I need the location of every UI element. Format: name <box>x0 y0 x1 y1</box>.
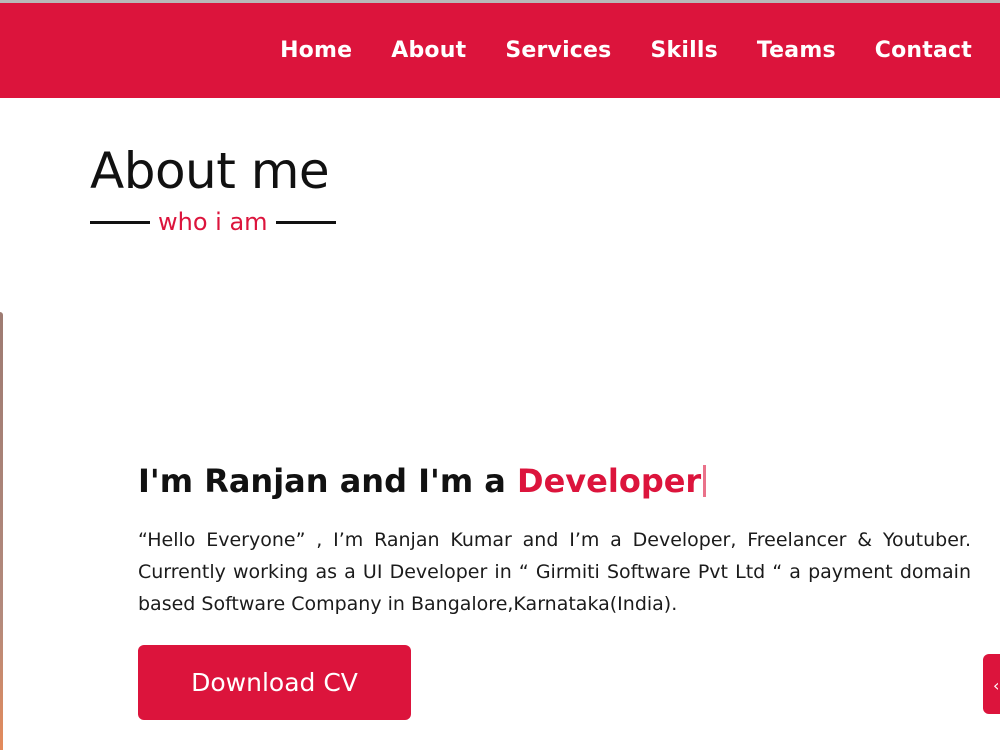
intro-heading: I'm Ranjan and I'm a Developer <box>138 462 707 500</box>
intro-heading-prefix: I'm Ranjan and I'm a <box>138 462 518 500</box>
nav-link-home[interactable]: Home <box>280 38 352 63</box>
section-subtitle: who i am <box>90 208 336 236</box>
nav-menu: Home About Services Skills Teams Contact <box>241 3 972 98</box>
nav-link-about[interactable]: About <box>391 38 466 63</box>
nav-link-skills[interactable]: Skills <box>650 38 717 63</box>
typed-cursor <box>703 465 707 497</box>
subtitle-text: who i am <box>158 208 268 236</box>
profile-image-edge <box>0 312 3 750</box>
download-cv-button[interactable]: Download CV <box>138 645 411 720</box>
nav-link-contact[interactable]: Contact <box>875 38 972 63</box>
nav-link-services[interactable]: Services <box>505 38 611 63</box>
nav-item-skills: Skills <box>650 38 717 63</box>
subtitle-line-right <box>275 220 336 224</box>
chevron-up-icon: ‹ <box>993 676 1000 695</box>
nav-item-home: Home <box>280 38 352 63</box>
intro-description: “Hello Everyone” , I’m Ranjan Kumar and … <box>138 529 971 615</box>
nav-item-contact: Contact <box>875 38 972 63</box>
scroll-up-button[interactable]: ‹ <box>983 654 1000 714</box>
subtitle-line-left <box>90 220 150 224</box>
nav-item-about: About <box>391 38 466 63</box>
nav-item-services: Services <box>505 38 611 63</box>
navbar: Home About Services Skills Teams Contact <box>0 3 1000 98</box>
intro-role-typed: Developer <box>517 462 702 500</box>
nav-item-teams: Teams <box>757 38 836 63</box>
section-title: About me <box>90 142 330 200</box>
nav-link-teams[interactable]: Teams <box>757 38 836 63</box>
